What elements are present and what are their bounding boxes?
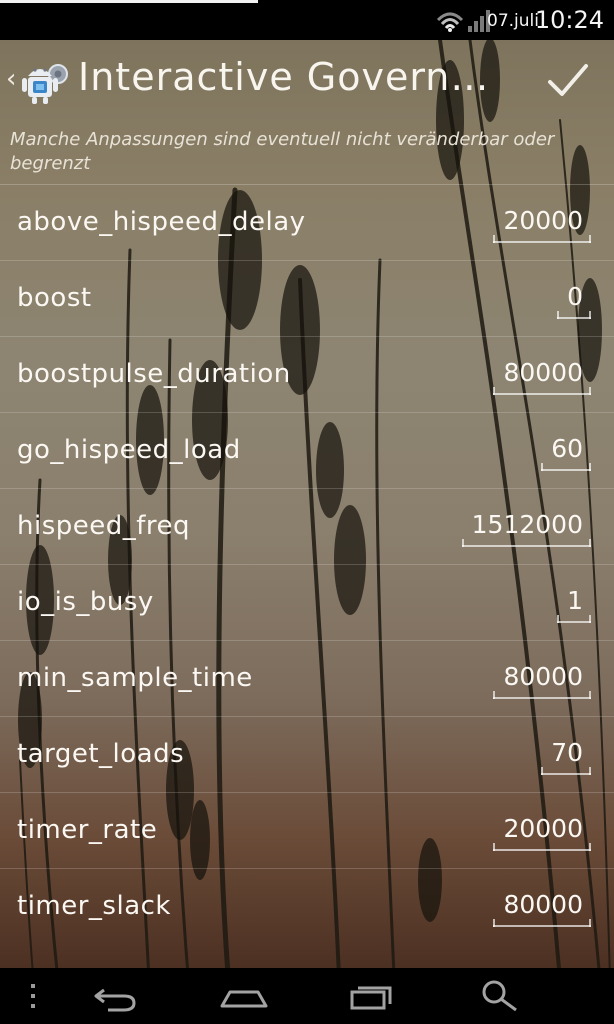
setting-label: min_sample_time xyxy=(17,663,253,693)
setting-label: go_hispeed_load xyxy=(17,435,241,465)
android-settings-icon[interactable] xyxy=(18,54,70,106)
settings-list: above_hispeed_delay 20000 boost 0 boostp… xyxy=(0,185,614,944)
setting-row-timer-rate: timer_rate 20000 xyxy=(0,793,614,869)
setting-row-target-loads: target_loads 70 xyxy=(0,717,614,793)
setting-row-min-sample-time: min_sample_time 80000 xyxy=(0,641,614,717)
page-title: Interactive Govern… xyxy=(78,55,490,99)
setting-label: hispeed_freq xyxy=(17,511,191,541)
setting-label: timer_slack xyxy=(17,891,171,921)
setting-value-field[interactable]: 80000 xyxy=(493,355,591,395)
setting-value-field[interactable]: 80000 xyxy=(493,887,591,927)
action-bar: ‹ Interactive Govern… xyxy=(0,40,614,120)
status-time: 10:24 xyxy=(534,6,604,34)
setting-value-field[interactable]: 60 xyxy=(541,431,591,471)
setting-value-field[interactable]: 0 xyxy=(557,279,591,319)
setting-value[interactable]: 60 xyxy=(551,431,589,467)
wifi-icon xyxy=(436,12,464,32)
status-icons xyxy=(436,10,490,32)
recents-icon[interactable] xyxy=(348,978,396,1014)
setting-value-field[interactable]: 70 xyxy=(541,735,591,775)
setting-label: timer_rate xyxy=(17,815,158,845)
setting-value[interactable]: 80000 xyxy=(503,355,589,391)
notice-text: Manche Anpassungen sind eventuell nicht … xyxy=(10,129,555,174)
status-date: 07.juli xyxy=(487,11,539,31)
status-bar: 07.juli 10:24 xyxy=(0,0,614,40)
search-icon[interactable] xyxy=(478,978,522,1014)
setting-row-above-hispeed-delay: above_hispeed_delay 20000 xyxy=(0,185,614,261)
setting-label: above_hispeed_delay xyxy=(17,207,306,237)
setting-value[interactable]: 20000 xyxy=(503,203,589,239)
home-icon[interactable] xyxy=(218,978,270,1014)
setting-value[interactable]: 80000 xyxy=(503,659,589,695)
setting-label: target_loads xyxy=(17,739,185,769)
setting-value[interactable]: 80000 xyxy=(503,887,589,923)
checkmark-icon[interactable] xyxy=(546,58,590,102)
setting-row-io-is-busy: io_is_busy 1 xyxy=(0,565,614,641)
setting-label: io_is_busy xyxy=(17,587,154,617)
setting-value[interactable]: 1 xyxy=(567,583,589,619)
setting-value-field[interactable]: 20000 xyxy=(493,811,591,851)
setting-value[interactable]: 1512000 xyxy=(472,507,589,543)
setting-row-boost: boost 0 xyxy=(0,261,614,337)
back-icon[interactable] xyxy=(90,978,140,1014)
setting-value[interactable]: 20000 xyxy=(503,811,589,847)
menu-icon[interactable] xyxy=(24,978,44,1014)
setting-row-boostpulse-duration: boostpulse_duration 80000 xyxy=(0,337,614,413)
setting-row-go-hispeed-load: go_hispeed_load 60 xyxy=(0,413,614,489)
setting-value-field[interactable]: 1512000 xyxy=(461,507,592,547)
navigation-bar xyxy=(0,968,614,1024)
setting-row-timer-slack: timer_slack 80000 xyxy=(0,869,614,944)
setting-label: boost xyxy=(17,283,92,313)
setting-value[interactable]: 70 xyxy=(551,735,589,771)
setting-value-field[interactable]: 80000 xyxy=(493,659,591,699)
setting-value-field[interactable]: 20000 xyxy=(493,203,591,243)
setting-value-field[interactable]: 1 xyxy=(557,583,591,623)
setting-value[interactable]: 0 xyxy=(567,279,589,315)
chevron-left-icon[interactable]: ‹ xyxy=(6,64,16,94)
setting-row-hispeed-freq: hispeed_freq 1512000 xyxy=(0,489,614,565)
status-bar-indicator xyxy=(0,0,258,3)
setting-label: boostpulse_duration xyxy=(17,359,291,389)
